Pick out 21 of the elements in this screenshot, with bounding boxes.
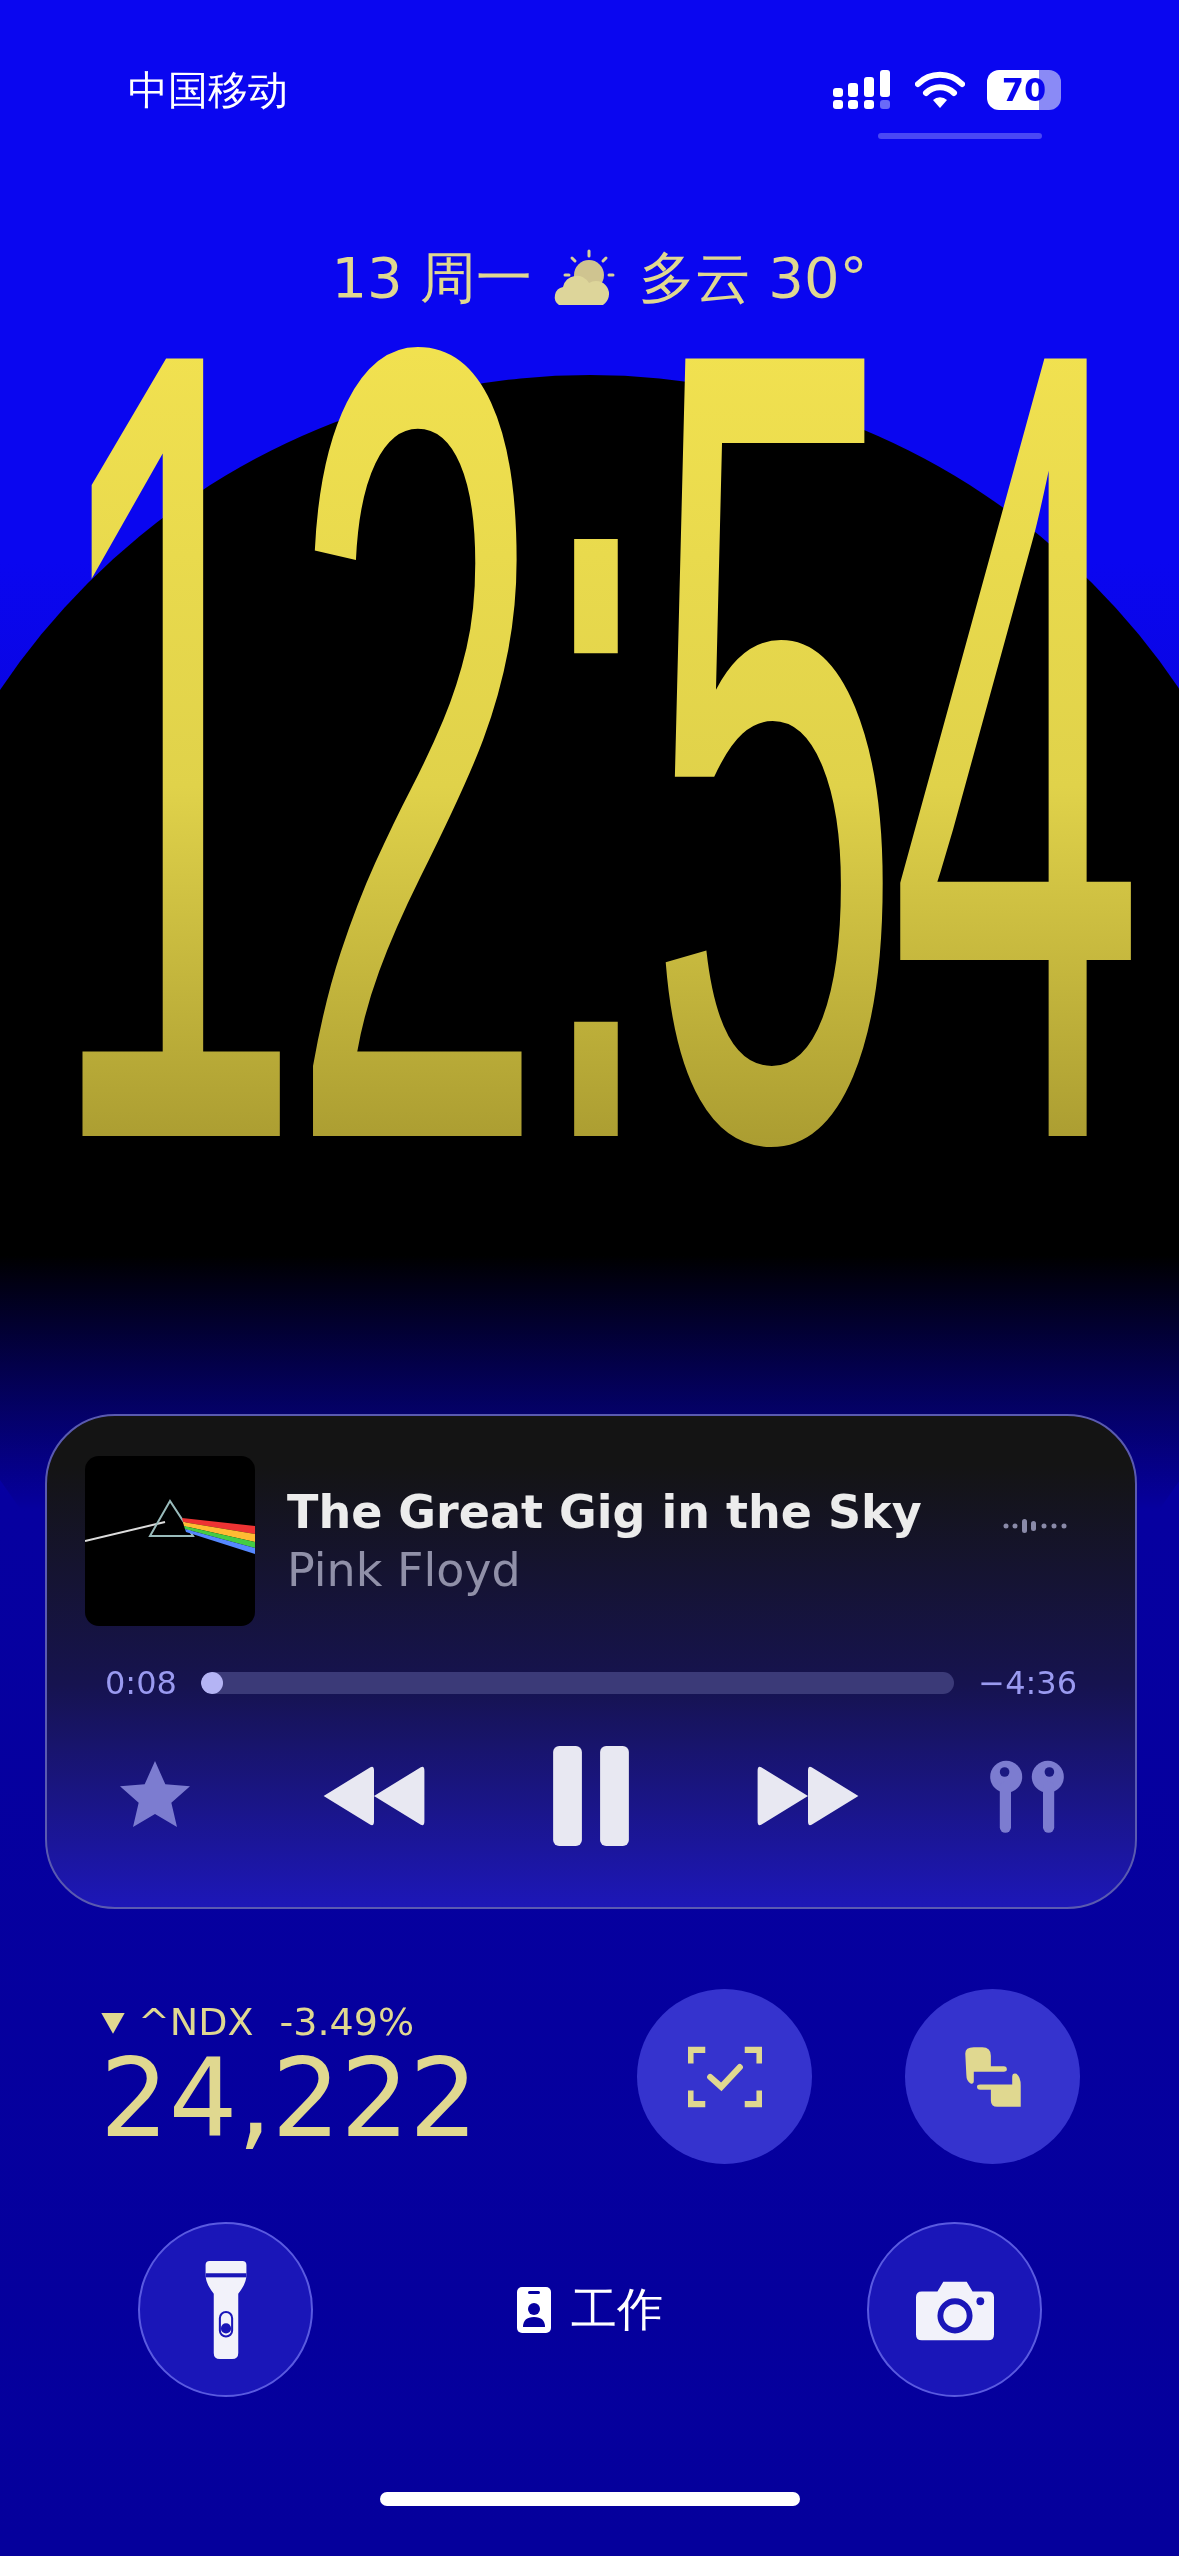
remaining-time: −4:36 bbox=[978, 1664, 1077, 1702]
focus-mode-label[interactable]: 工作 bbox=[571, 2278, 663, 2341]
stock-symbol: ^NDX bbox=[138, 1999, 254, 2044]
carrier-name: 中国移动 bbox=[128, 65, 288, 115]
date-text: 13 周一 bbox=[331, 244, 533, 312]
song-title: The Great Gig in the Sky bbox=[287, 1485, 923, 1539]
waveform-icon bbox=[1003, 1516, 1067, 1536]
wifi-icon bbox=[915, 70, 965, 110]
battery-indicator: 70 bbox=[987, 70, 1061, 110]
artist-name: Pink Floyd bbox=[287, 1543, 522, 1597]
id-badge-icon bbox=[517, 2286, 551, 2333]
pause-icon[interactable] bbox=[553, 1746, 629, 1846]
stock-price: 24,222 bbox=[100, 2043, 479, 2154]
album-art-icon bbox=[85, 1456, 255, 1626]
elapsed-time: 0:08 bbox=[105, 1664, 177, 1702]
flashlight-icon bbox=[204, 2260, 247, 2359]
weather-text: 多云 30° bbox=[638, 244, 868, 312]
scan-check-icon bbox=[687, 2044, 762, 2109]
stock-change: -3.49% bbox=[279, 1999, 414, 2044]
signal-icon bbox=[833, 70, 893, 110]
progress-track[interactable] bbox=[200, 1672, 955, 1694]
